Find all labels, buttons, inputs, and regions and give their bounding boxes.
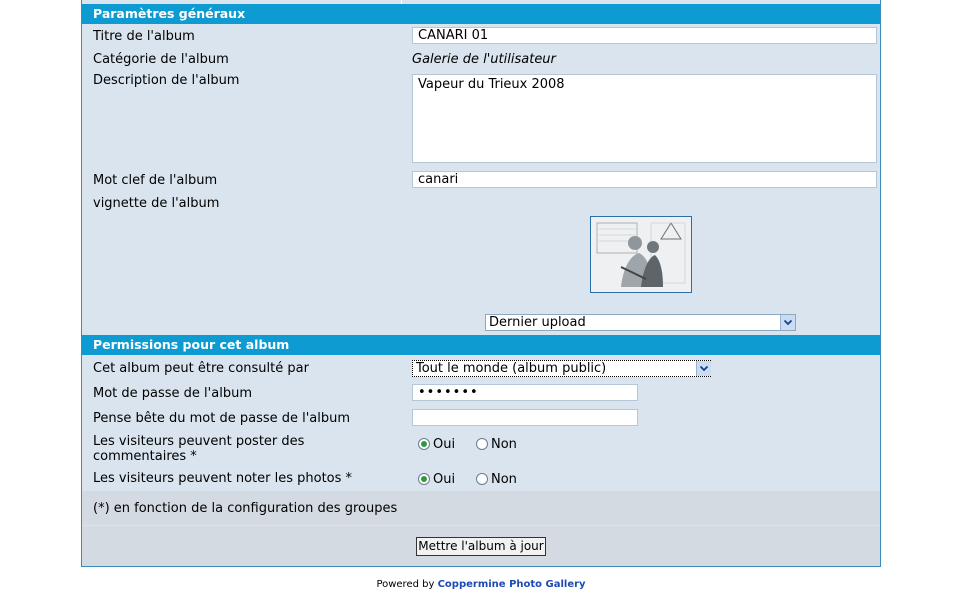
comments-no-label: Non [491,437,517,452]
password-label: Mot de passe de l'album [93,386,252,401]
rating-yes-radio[interactable] [418,473,430,485]
powered-by-footer: Powered by Coppermine Photo Gallery [0,579,962,590]
visibility-label: Cet album peut être consulté par [93,361,309,376]
title-label: Titre de l'album [93,29,195,44]
footnote-text: (*) en fonction de la configuration des … [93,501,398,516]
visibility-select[interactable]: Tout le monde (album public) [412,360,711,377]
rating-permission-label: Les visiteurs peuvent noter les photos * [93,471,353,486]
thumbnail-select[interactable]: Dernier upload [485,314,796,331]
comments-permission-label: Les visiteurs peuvent poster des comment… [93,434,305,464]
album-password-input[interactable]: ••••••• [412,384,638,401]
comments-no-radio[interactable] [476,438,488,450]
visibility-select-value: Tout le monde (album public) [416,361,607,376]
password-hint-label: Pense bête du mot de passe de l'album [93,411,351,426]
rating-no-radio[interactable] [476,473,488,485]
thumbnail-label: vignette de l'album [93,196,220,211]
album-description-textarea[interactable]: Vapeur du Trieux 2008 [412,74,877,163]
category-value: Galerie de l'utilisateur [412,52,556,67]
album-title-input[interactable]: CANARI 01 [412,27,877,44]
comments-yes-radio[interactable] [418,438,430,450]
coppermine-link[interactable]: Coppermine Photo Gallery [438,579,586,590]
category-label: Catégorie de l'album [93,52,229,67]
password-hint-input[interactable] [412,409,638,426]
rating-no-label: Non [491,472,517,487]
comments-yes-label: Oui [433,437,456,452]
keyword-label: Mot clef de l'album [93,173,218,188]
powered-by-text: Powered by [376,579,435,590]
chevron-down-icon[interactable] [696,361,711,376]
update-album-button[interactable]: Mettre l'album à jour [416,537,546,556]
section-header-general: Paramètres généraux [82,4,880,24]
album-thumbnail-image[interactable] [590,216,692,293]
section-header-permissions: Permissions pour cet album [82,335,880,355]
thumbnail-select-value: Dernier upload [489,315,586,330]
description-label: Description de l'album [93,73,240,88]
rating-yes-label: Oui [433,472,456,487]
chevron-down-icon[interactable] [780,315,795,330]
album-keyword-input[interactable]: canari [412,171,877,188]
